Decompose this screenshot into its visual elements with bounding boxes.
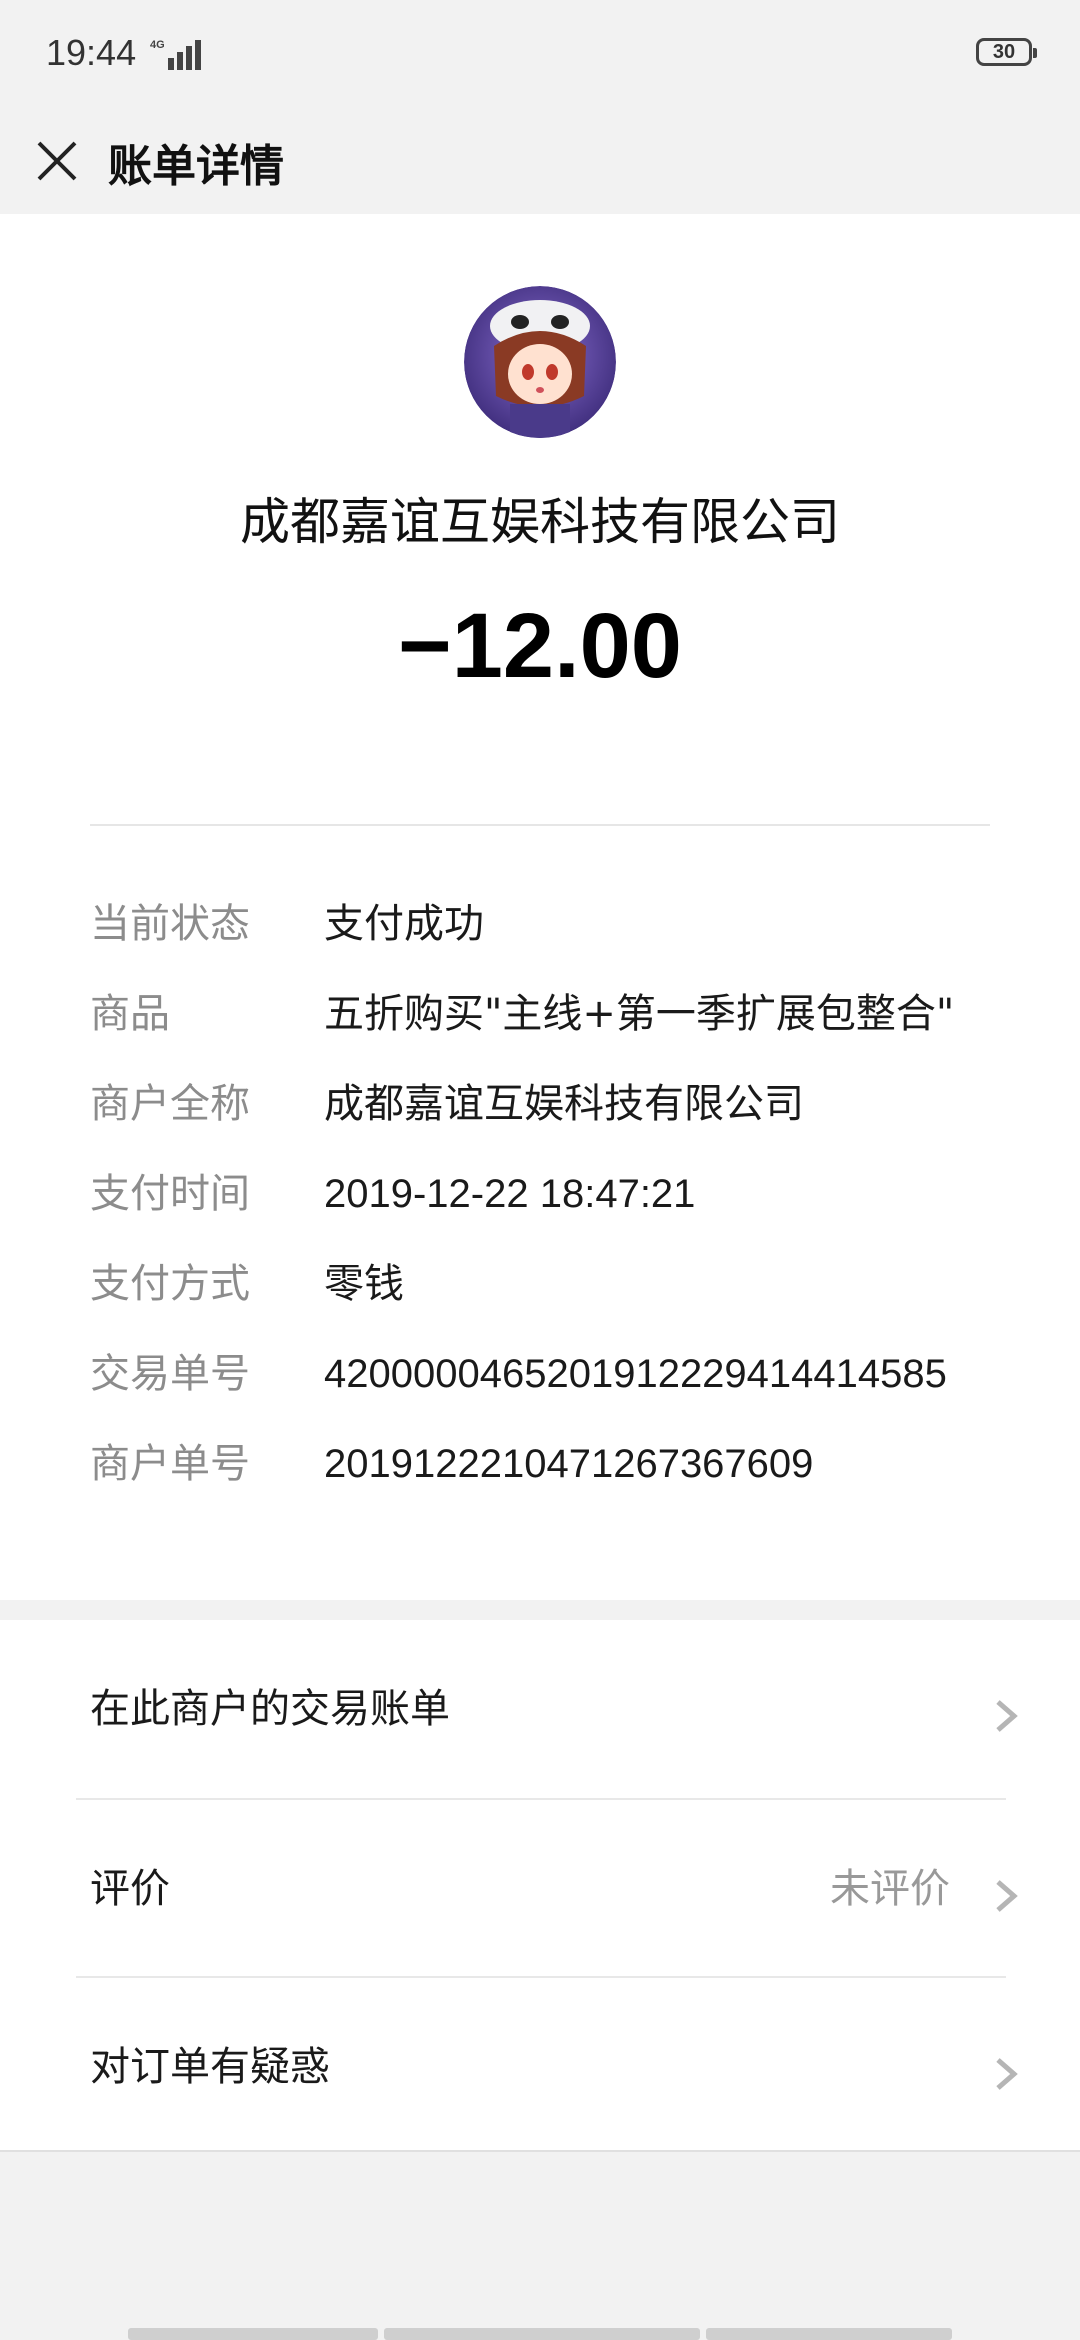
- detail-row-product: 商品 五折购买"主线+第一季扩展包整合": [90, 984, 1040, 1044]
- detail-value: 五折购买"主线+第一季扩展包整合": [324, 991, 955, 1037]
- detail-row-transaction-id: 交易单号 4200000465201912229414414585: [90, 1344, 1040, 1404]
- merchant-avatar: [464, 286, 616, 438]
- nav-segment: [128, 2328, 378, 2340]
- detail-value: 4200000465201912229414414585: [324, 1352, 947, 1396]
- menu-item-order-question[interactable]: 对订单有疑惑: [0, 1978, 1080, 2154]
- status-bar: 19:44 4G 30: [0, 0, 1080, 106]
- menu-item-label: 对订单有疑惑: [90, 2044, 330, 2090]
- close-icon: [37, 141, 77, 181]
- detail-value: 支付成功: [324, 901, 484, 947]
- detail-label: 支付时间: [90, 1171, 250, 1217]
- detail-label: 交易单号: [90, 1351, 250, 1397]
- network-label: 4G: [150, 39, 165, 51]
- section-gap: [0, 1600, 1080, 1620]
- nav-segment: [384, 2328, 700, 2340]
- detail-label: 商品: [90, 991, 170, 1037]
- chevron-right-icon: [996, 2058, 1018, 2090]
- detail-value: 成都嘉谊互娱科技有限公司: [324, 1081, 804, 1127]
- menu-item-merchant-bills[interactable]: 在此商户的交易账单: [0, 1620, 1080, 1796]
- system-nav-bar[interactable]: [128, 2328, 952, 2340]
- detail-label: 商户单号: [90, 1441, 250, 1487]
- detail-row-merchant: 商户全称 成都嘉谊互娱科技有限公司: [90, 1074, 1040, 1134]
- nav-bar: 账单详情: [0, 106, 1080, 214]
- detail-label: 商户全称: [90, 1081, 250, 1127]
- divider: [90, 824, 990, 826]
- status-time: 19:44: [46, 32, 137, 73]
- battery-level: 30: [992, 40, 1016, 63]
- detail-label: 支付方式: [90, 1261, 250, 1307]
- chevron-right-icon: [996, 1700, 1018, 1732]
- close-button[interactable]: [22, 126, 92, 196]
- menu-item-label: 评价: [90, 1866, 170, 1912]
- signal-icon: 4G: [150, 39, 201, 70]
- detail-value: 2019122210471267367609: [324, 1442, 814, 1486]
- menu-item-review[interactable]: 评价 未评价: [0, 1800, 1080, 1976]
- nav-segment: [706, 2328, 952, 2340]
- detail-row-pay-time: 支付时间 2019-12-22 18:47:21: [90, 1164, 1040, 1224]
- review-status: 未评价: [830, 1866, 950, 1912]
- battery-icon: 30: [976, 38, 1037, 66]
- payment-amount: −12.00: [398, 595, 682, 697]
- detail-row-merchant-order-id: 商户单号 2019122210471267367609: [90, 1434, 1040, 1494]
- detail-label: 当前状态: [90, 901, 250, 947]
- bill-summary-card: 成都嘉谊互娱科技有限公司 −12.00 当前状态 支付成功 商品 五折购买"主线…: [0, 214, 1080, 1600]
- detail-value: 零钱: [324, 1261, 404, 1307]
- page-title: 账单详情: [108, 141, 284, 192]
- detail-value: 2019-12-22 18:47:21: [324, 1172, 696, 1216]
- merchant-name: 成都嘉谊互娱科技有限公司: [240, 493, 840, 551]
- action-menu: 在此商户的交易账单 评价 未评价 对订单有疑惑: [0, 1620, 1080, 2150]
- detail-row-pay-method: 支付方式 零钱: [90, 1254, 1040, 1314]
- divider: [0, 2150, 1080, 2152]
- chevron-right-icon: [996, 1880, 1018, 1912]
- detail-row-status: 当前状态 支付成功: [90, 894, 1040, 954]
- menu-item-label: 在此商户的交易账单: [90, 1686, 450, 1732]
